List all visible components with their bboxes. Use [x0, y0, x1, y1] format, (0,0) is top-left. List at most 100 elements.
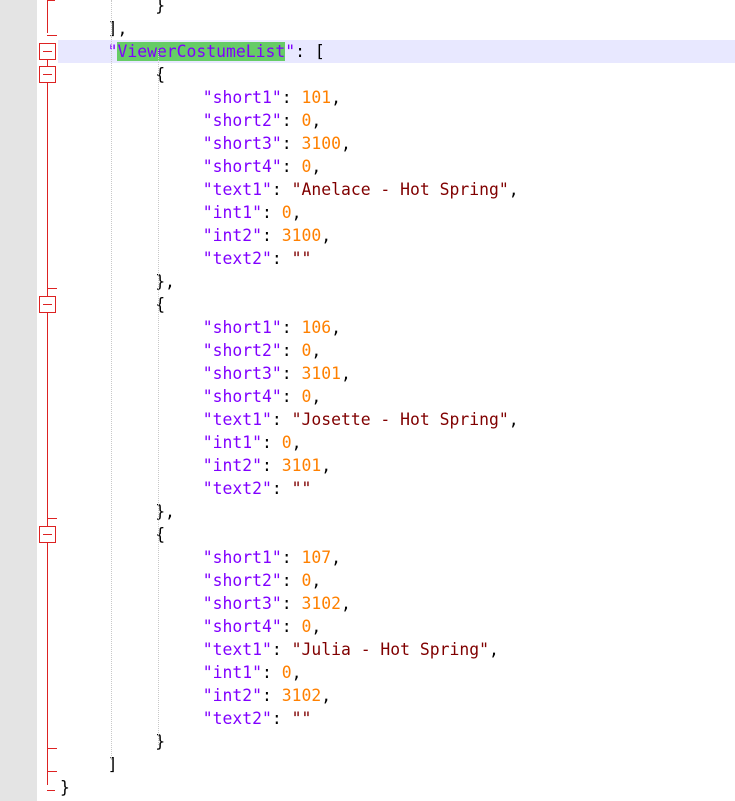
code-token: :	[281, 318, 302, 337]
code-token: 0	[281, 663, 292, 682]
code-line[interactable]: "short3": 3102,	[203, 592, 351, 615]
code-line[interactable]: "text1": "Josette - Hot Spring",	[203, 408, 519, 431]
code-token: "int2"	[202, 456, 263, 475]
code-token: "text1"	[202, 180, 272, 199]
code-line[interactable]: }	[155, 0, 165, 17]
code-token: :	[281, 157, 302, 176]
code-token: "short3"	[202, 134, 282, 153]
code-line[interactable]: "short1": 107,	[203, 546, 341, 569]
code-token: "short3"	[202, 594, 282, 613]
code-line[interactable]: ]	[108, 753, 118, 776]
code-token: 0	[301, 111, 312, 130]
code-token: :	[271, 709, 292, 728]
code-token: ,	[311, 111, 322, 130]
code-token: : [	[295, 42, 325, 61]
code-token: 0	[301, 157, 312, 176]
code-token: :	[281, 548, 302, 567]
code-line[interactable]: "text1": "Julia - Hot Spring",	[203, 638, 499, 661]
code-token: :	[281, 571, 302, 590]
code-token: :	[281, 617, 302, 636]
fold-collapse-icon[interactable]	[39, 526, 56, 543]
code-line[interactable]: }	[155, 730, 165, 753]
code-token: ,	[340, 364, 351, 383]
fold-collapse-icon[interactable]	[39, 66, 56, 83]
code-token: 3100	[301, 134, 341, 153]
code-token: 101	[301, 88, 332, 107]
code-token: :	[271, 180, 292, 199]
code-line[interactable]: "short1": 106,	[203, 316, 341, 339]
code-line[interactable]: "int1": 0,	[203, 661, 302, 684]
code-token: ,	[291, 203, 302, 222]
code-token: ""	[291, 709, 312, 728]
code-token: :	[271, 479, 292, 498]
code-token: :	[281, 364, 302, 383]
code-token: ,	[508, 180, 519, 199]
code-token: ,	[311, 387, 322, 406]
code-token: "short3"	[202, 364, 282, 383]
code-token: ,	[311, 341, 322, 360]
code-line[interactable]: {	[155, 63, 165, 86]
code-line[interactable]: "int2": 3102,	[203, 684, 331, 707]
line-number-margin[interactable]	[0, 0, 37, 801]
code-line[interactable]: "text2": ""	[203, 707, 312, 730]
code-line[interactable]: "int1": 0,	[203, 431, 302, 454]
code-line[interactable]: "text2": ""	[203, 247, 312, 270]
code-token: 0	[281, 433, 292, 452]
code-token: ,	[291, 433, 302, 452]
code-token: "Josette - Hot Spring"	[291, 410, 509, 429]
code-token: "int2"	[202, 686, 263, 705]
code-token: "text1"	[202, 640, 272, 659]
code-token: 3102	[301, 594, 341, 613]
code-token: {	[155, 295, 166, 314]
code-token: ,	[321, 226, 332, 245]
code-token: ,	[311, 157, 322, 176]
code-token: :	[271, 249, 292, 268]
code-token: 0	[301, 617, 312, 636]
code-token: ,	[291, 663, 302, 682]
code-line[interactable]: "short3": 3101,	[203, 362, 351, 385]
indent-guide	[110, 0, 112, 760]
code-line[interactable]: "short2": 0,	[203, 109, 321, 132]
code-editor[interactable]: }], "ViewerCostumeList": [{"short1": 101,…	[0, 0, 735, 801]
code-line[interactable]: "short2": 0,	[203, 569, 321, 592]
code-token: :	[262, 226, 282, 245]
code-token: ,	[321, 456, 332, 475]
code-line[interactable]: "int2": 3100,	[203, 224, 331, 247]
code-token: ]	[107, 755, 118, 774]
fold-collapse-icon[interactable]	[39, 296, 56, 313]
code-line[interactable]: "text1": "Anelace - Hot Spring",	[203, 178, 519, 201]
code-line[interactable]: "int2": 3101,	[203, 454, 331, 477]
code-token: ,	[311, 617, 322, 636]
code-token: ,	[321, 686, 332, 705]
code-token: 0	[301, 341, 312, 360]
code-token: :	[262, 663, 282, 682]
code-token: :	[281, 111, 302, 130]
code-token: :	[281, 88, 302, 107]
code-line[interactable]: "text2": ""	[203, 477, 312, 500]
code-line[interactable]: "short2": 0,	[203, 339, 321, 362]
code-line[interactable]: "short1": 101,	[203, 86, 341, 109]
code-token: ,	[311, 571, 322, 590]
code-token: "int1"	[202, 433, 263, 452]
code-token: 106	[301, 318, 332, 337]
code-token: :	[281, 387, 302, 406]
fold-collapse-icon[interactable]	[39, 43, 56, 60]
code-line[interactable]: "int1": 0,	[203, 201, 302, 224]
code-line[interactable]: "short4": 0,	[203, 615, 321, 638]
code-line[interactable]: {	[155, 523, 165, 546]
code-area[interactable]: }], "ViewerCostumeList": [{"short1": 101,…	[58, 0, 735, 801]
code-line[interactable]: }	[60, 776, 70, 799]
code-token: ,	[340, 134, 351, 153]
code-token: :	[262, 456, 282, 475]
code-token: :	[271, 410, 292, 429]
code-token: "short1"	[202, 88, 282, 107]
fold-end-marker	[47, 790, 55, 791]
code-line[interactable]: "short4": 0,	[203, 155, 321, 178]
code-line[interactable]: "short4": 0,	[203, 385, 321, 408]
fold-end-marker	[47, 518, 57, 519]
code-line[interactable]: "short3": 3100,	[203, 132, 351, 155]
code-token: "short2"	[202, 341, 282, 360]
code-line[interactable]: "ViewerCostumeList": [	[108, 40, 325, 63]
code-line[interactable]: {	[155, 293, 165, 316]
code-token: 0	[301, 387, 312, 406]
